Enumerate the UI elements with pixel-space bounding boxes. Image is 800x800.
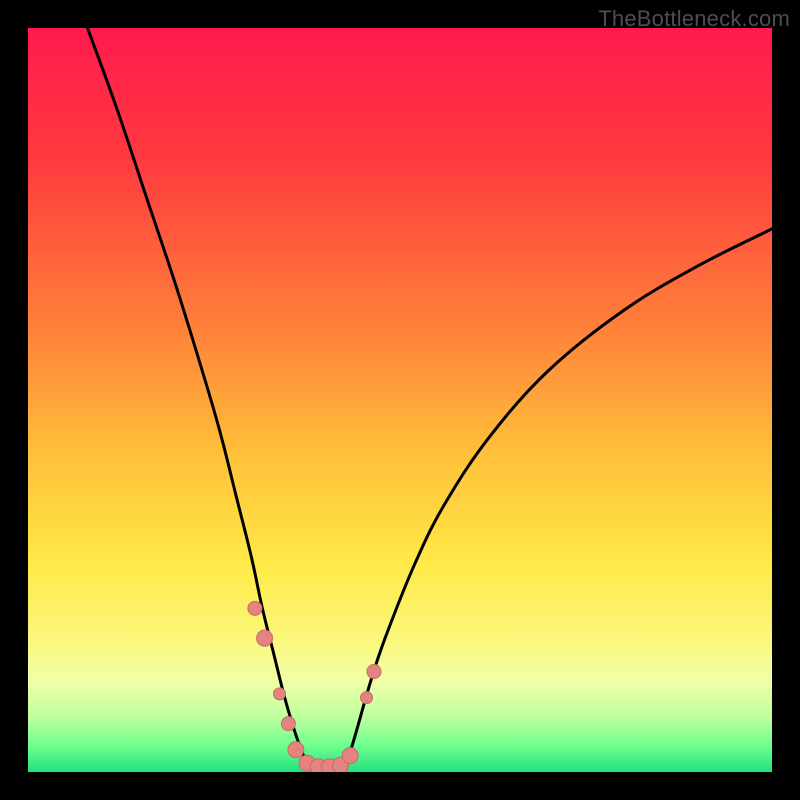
marker-point <box>342 748 358 764</box>
marker-point <box>281 717 295 731</box>
outer-frame: TheBottleneck.com <box>0 0 800 800</box>
plot-area <box>28 28 772 772</box>
gradient-background <box>28 28 772 772</box>
marker-point <box>257 630 273 646</box>
marker-point <box>273 688 285 700</box>
marker-point <box>361 692 373 704</box>
chart-svg <box>28 28 772 772</box>
watermark-text: TheBottleneck.com <box>598 6 790 32</box>
marker-point <box>288 742 304 758</box>
marker-point <box>248 601 262 615</box>
marker-point <box>367 665 381 679</box>
